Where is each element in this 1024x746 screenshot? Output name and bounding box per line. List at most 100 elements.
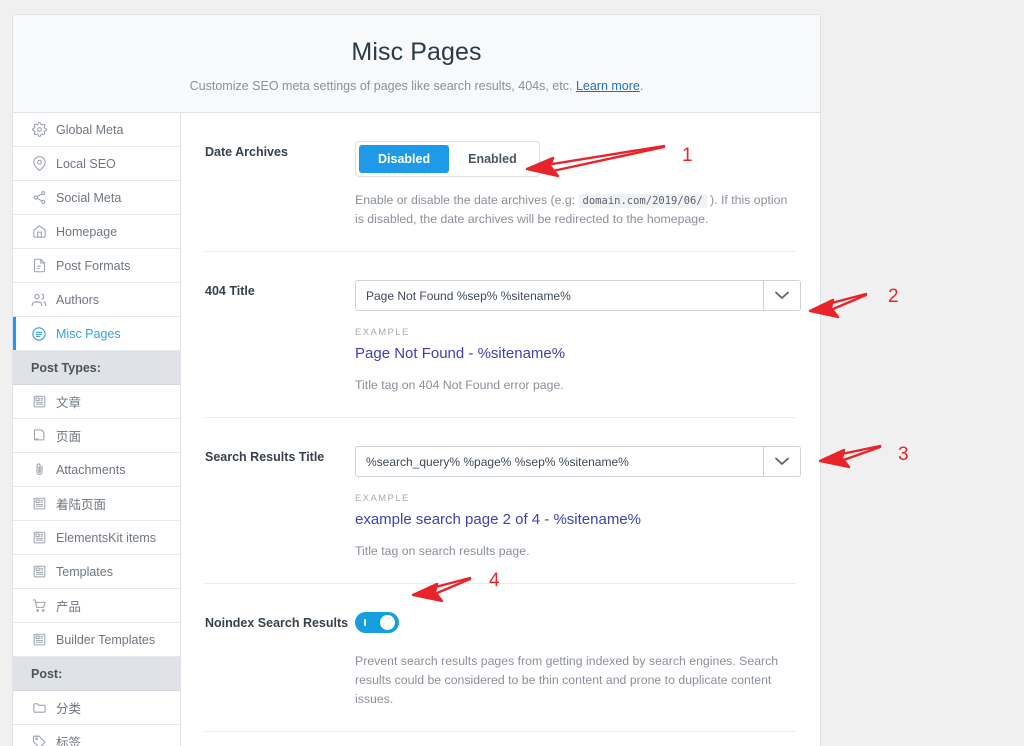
app-root: Misc Pages Customize SEO meta settings o…	[0, 0, 1024, 746]
404-title-example-value: Page Not Found - %sitename%	[355, 345, 566, 363]
annotation-number-1: 1	[682, 145, 693, 166]
date-archives-disabled-button[interactable]: Disabled	[359, 145, 450, 173]
field-control-404-title: Page Not Found %sep% %sitename% EXAMPLE …	[355, 280, 801, 395]
chevron-down-icon[interactable]	[763, 281, 800, 311]
sidebar-item-label: Attachments	[56, 462, 126, 477]
sidebar-item-label: Global Meta	[56, 122, 124, 137]
sidebar-item-label: Post Formats	[56, 258, 131, 273]
misc-pages-card: Misc Pages Customize SEO meta settings o…	[12, 14, 821, 746]
users-icon	[31, 292, 47, 308]
sidebar-item-label: Templates	[56, 564, 113, 579]
sidebar-item-label: 页面	[56, 430, 82, 444]
noindex-search-results-help: Prevent search results pages from gettin…	[355, 654, 779, 707]
date-archives-help-code: domain.com/2019/06/	[578, 194, 707, 208]
sidebar-item-label: 分类	[56, 702, 82, 716]
paperclip-icon	[31, 462, 47, 478]
sidebar-item-item-14[interactable]: 产品	[13, 589, 180, 623]
field-label-noindex-search-results: Noindex Search Results	[205, 616, 349, 631]
map-pin-icon	[31, 156, 47, 172]
sidebar-item-label: 文章	[56, 396, 82, 410]
404-title-help: Title tag on 404 Not Found error page.	[355, 378, 564, 393]
field-label-date-archives: Date Archives	[205, 145, 288, 159]
date-archives-help: Enable or disable the date archives (e.g…	[355, 191, 796, 229]
field-noindex-paginated-pages: Noindex Paginated Pages Set this to on t…	[205, 732, 796, 746]
sidebar-item-attachments[interactable]: Attachments	[13, 453, 180, 487]
gear-icon	[31, 122, 47, 138]
annotation-number-4: 4	[489, 570, 500, 591]
document-icon	[31, 258, 47, 274]
card-body: Global Meta Local SEO Social Meta Homepage P…	[13, 113, 820, 746]
sidebar-item-post-formats[interactable]: Post Formats	[13, 249, 180, 283]
sidebar-group-post: Post:	[13, 657, 180, 691]
page-title: Misc Pages	[351, 38, 482, 66]
toggle-knob	[380, 615, 395, 631]
search-results-title-example-value: example search page 2 of 4 - %sitename%	[355, 511, 641, 529]
article-icon	[31, 496, 47, 512]
cart-icon	[31, 598, 47, 614]
date-archives-segmented-control[interactable]: Disabled Enabled	[355, 141, 540, 177]
search-results-title-combo[interactable]: %search_query% %page% %sep% %sitename%	[355, 446, 801, 478]
sidebar-item-homepage[interactable]: Homepage	[13, 215, 180, 249]
sidebar-item-builder-templates[interactable]: Builder Templates	[13, 623, 180, 657]
folder-icon	[31, 700, 47, 716]
page-subtitle-suffix: .	[639, 79, 644, 93]
sidebar-item-label: ElementsKit items	[56, 530, 157, 545]
sidebar-item-local-seo[interactable]: Local SEO	[13, 147, 180, 181]
noindex-search-results-toggle[interactable]	[355, 612, 399, 634]
field-date-archives: Date Archives Disabled Enabled Enable or…	[205, 113, 796, 253]
share-icon	[31, 190, 47, 206]
page-subtitle-text: Customize SEO meta settings of pages lik…	[189, 79, 576, 93]
annotation-arrow-3	[818, 444, 882, 469]
search-results-title-input[interactable]: %search_query% %page% %sep% %sitename%	[356, 447, 763, 476]
field-control-date-archives: Disabled Enabled Enable or disable the d…	[355, 141, 796, 229]
404-title-input[interactable]: Page Not Found %sep% %sitename%	[356, 281, 763, 310]
learn-more-link[interactable]: Learn more	[576, 79, 640, 93]
annotation-number-3: 3	[898, 444, 909, 465]
field-control-noindex-search-results: Prevent search results pages from gettin…	[355, 612, 796, 709]
sidebar-item-authors[interactable]: Authors	[13, 283, 180, 317]
sidebar-item-label: Authors	[56, 292, 100, 307]
page-subtitle: Customize SEO meta settings of pages lik…	[190, 79, 644, 93]
sidebar-group-posttypes: Post Types:	[13, 351, 180, 385]
sidebar-item-item-17[interactable]: 分类	[13, 691, 180, 725]
sidebar-item-global-meta[interactable]: Global Meta	[13, 113, 180, 147]
sidebar-item-item-11[interactable]: 着陆页面	[13, 487, 180, 521]
sidebar-item-elementskit-items[interactable]: ElementsKit items	[13, 521, 180, 555]
field-label-404-title: 404 Title	[205, 284, 255, 299]
search-results-title-help: Title tag on search results page.	[355, 544, 530, 559]
list-circle-icon	[31, 326, 47, 342]
field-label-search-results-title: Search Results Title	[205, 450, 325, 465]
field-search-results-title: Search Results Title %search_query% %pag…	[205, 418, 801, 585]
field-noindex-search-results: Noindex Search Results Prevent search re…	[205, 584, 796, 733]
sidebar-item-label: Misc Pages	[56, 326, 121, 341]
toggle-on-mark	[364, 619, 366, 627]
sidebar-item-misc-pages[interactable]: Misc Pages	[13, 317, 180, 351]
tag-icon	[31, 734, 47, 746]
article-icon	[31, 530, 47, 546]
404-title-combo[interactable]: Page Not Found %sep% %sitename%	[355, 280, 801, 312]
home-icon	[31, 224, 47, 240]
sidebar-item-label: Social Meta	[56, 190, 122, 205]
settings-sidebar: Global Meta Local SEO Social Meta Homepage P…	[13, 113, 181, 746]
search-results-title-example-label: EXAMPLE	[355, 493, 410, 505]
sidebar-item-label: Homepage	[56, 224, 118, 239]
sidebar-item-social-meta[interactable]: Social Meta	[13, 181, 180, 215]
sidebar-item-item-18[interactable]: 标签	[13, 725, 180, 746]
sidebar-item-label: Builder Templates	[56, 632, 156, 647]
sidebar-item-templates[interactable]: Templates	[13, 555, 180, 589]
sidebar-item-label: 标签	[56, 736, 82, 746]
article-icon	[31, 564, 47, 580]
sidebar-item-label: 产品	[56, 600, 82, 614]
date-archives-enabled-button[interactable]: Enabled	[449, 145, 536, 173]
sidebar-item-item-9[interactable]: 页面	[13, 419, 180, 453]
sidebar-item-item-8[interactable]: 文章	[13, 385, 180, 419]
page-icon	[31, 428, 47, 444]
chevron-down-icon[interactable]	[763, 447, 800, 477]
404-title-example-label: EXAMPLE	[355, 327, 410, 339]
article-icon	[31, 394, 47, 410]
annotation-number-2: 2	[888, 286, 899, 307]
article-icon	[31, 632, 47, 648]
settings-main: Date Archives Disabled Enabled Enable or…	[181, 113, 820, 746]
date-archives-help-before: Enable or disable the date archives (e.g…	[355, 193, 579, 207]
card-header: Misc Pages Customize SEO meta settings o…	[13, 15, 820, 113]
